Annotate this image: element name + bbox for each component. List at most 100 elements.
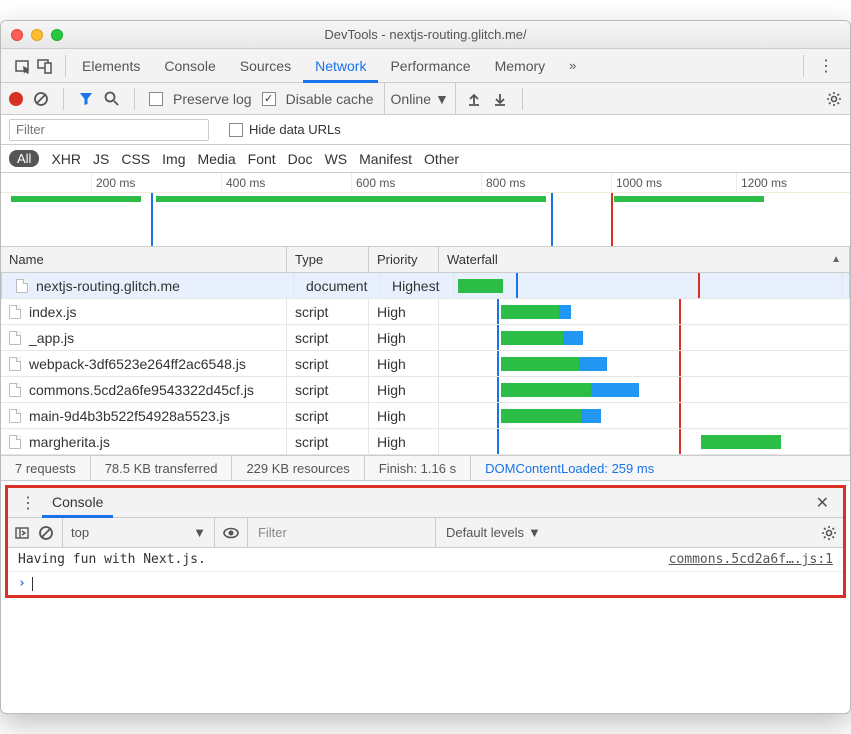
- tab-network[interactable]: Network: [303, 49, 378, 83]
- cursor: [32, 577, 33, 591]
- tab-console[interactable]: Console: [152, 49, 227, 83]
- live-expression-icon[interactable]: [223, 525, 239, 541]
- type-js[interactable]: JS: [93, 151, 109, 167]
- gear-icon[interactable]: [826, 91, 842, 107]
- preserve-log-label: Preserve log: [173, 91, 252, 107]
- request-type: document: [298, 273, 380, 298]
- request-name: index.js: [1, 299, 287, 324]
- prompt-caret-icon: ›: [18, 576, 26, 591]
- hide-data-urls-label: Hide data URLs: [249, 122, 341, 137]
- search-icon[interactable]: [104, 91, 120, 107]
- type-ws[interactable]: WS: [325, 151, 348, 167]
- table-row[interactable]: index.jsscriptHigh: [1, 299, 850, 325]
- tab-memory[interactable]: Memory: [483, 49, 558, 83]
- inspect-icon[interactable]: [15, 58, 31, 74]
- col-priority[interactable]: Priority: [369, 247, 439, 272]
- hide-data-urls-checkbox[interactable]: [229, 123, 243, 137]
- log-levels-select[interactable]: Default levels ▼: [435, 518, 551, 547]
- col-name[interactable]: Name: [1, 247, 287, 272]
- type-img[interactable]: Img: [162, 151, 185, 167]
- status-transferred: 78.5 KB transferred: [91, 456, 233, 480]
- timeline-overview[interactable]: [1, 193, 850, 247]
- disable-cache-checkbox[interactable]: [262, 92, 276, 106]
- download-har-icon[interactable]: [492, 91, 508, 107]
- type-filter-bar: All XHR JS CSS Img Media Font Doc WS Man…: [1, 145, 850, 173]
- filter-icon[interactable]: [78, 91, 94, 107]
- drawer-tab-console[interactable]: Console: [42, 488, 113, 518]
- console-prompt[interactable]: ›: [8, 572, 843, 595]
- status-resources: 229 KB resources: [232, 456, 364, 480]
- upload-har-icon[interactable]: [466, 91, 482, 107]
- request-waterfall: [439, 299, 850, 324]
- console-sidebar-toggle-icon[interactable]: [14, 525, 30, 541]
- network-table-body: nextjs-routing.glitch.medocumentHighesti…: [1, 273, 850, 455]
- type-css[interactable]: CSS: [121, 151, 150, 167]
- type-doc[interactable]: Doc: [288, 151, 313, 167]
- file-icon: [9, 383, 21, 397]
- request-waterfall: [439, 351, 850, 376]
- table-row[interactable]: webpack-3df6523e264ff2ac6548.jsscriptHig…: [1, 351, 850, 377]
- request-priority: High: [369, 403, 439, 428]
- type-all[interactable]: All: [9, 150, 39, 167]
- table-row[interactable]: margherita.jsscriptHigh: [1, 429, 850, 455]
- type-xhr[interactable]: XHR: [51, 151, 81, 167]
- console-body: Having fun with Next.js. commons.5cd2a6f…: [8, 548, 843, 595]
- file-icon: [9, 331, 21, 345]
- file-icon: [9, 409, 21, 423]
- request-name: nextjs-routing.glitch.me: [8, 273, 294, 298]
- clear-icon[interactable]: [33, 91, 49, 107]
- drawer-tabs: ⋮ Console ✕: [8, 488, 843, 518]
- request-type: script: [287, 299, 369, 324]
- more-tabs-button[interactable]: »: [561, 58, 584, 73]
- request-priority: High: [369, 299, 439, 324]
- col-waterfall[interactable]: Waterfall▲: [439, 247, 850, 272]
- request-waterfall: [439, 429, 850, 454]
- request-priority: High: [369, 351, 439, 376]
- chevron-down-icon: ▼: [193, 525, 206, 540]
- record-button[interactable]: [9, 92, 23, 106]
- table-row[interactable]: commons.5cd2a6fe9543322d45cf.jsscriptHig…: [1, 377, 850, 403]
- tab-elements[interactable]: Elements: [70, 49, 152, 83]
- context-select[interactable]: top ▼: [62, 518, 215, 547]
- console-filter-input[interactable]: Filter: [247, 518, 427, 547]
- tab-performance[interactable]: Performance: [378, 49, 482, 83]
- request-waterfall: [439, 325, 850, 350]
- device-toggle-icon[interactable]: [37, 58, 53, 74]
- settings-menu-button[interactable]: ⋮: [808, 56, 844, 76]
- close-drawer-button[interactable]: ✕: [808, 493, 837, 513]
- type-media[interactable]: Media: [198, 151, 236, 167]
- filter-input[interactable]: [9, 119, 209, 141]
- request-name: main-9d4b3b522f54928a5523.js: [1, 403, 287, 428]
- network-table-header: Name Type Priority Waterfall▲: [1, 247, 850, 273]
- type-manifest[interactable]: Manifest: [359, 151, 412, 167]
- preserve-log-checkbox[interactable]: [149, 92, 163, 106]
- tab-sources[interactable]: Sources: [228, 49, 303, 83]
- request-type: script: [287, 351, 369, 376]
- table-row[interactable]: main-9d4b3b522f54928a5523.jsscriptHigh: [1, 403, 850, 429]
- type-other[interactable]: Other: [424, 151, 459, 167]
- drawer-menu-button[interactable]: ⋮: [14, 493, 42, 513]
- console-drawer: ⋮ Console ✕ top ▼ Filter Default levels …: [5, 485, 846, 598]
- file-icon: [9, 357, 21, 371]
- sort-indicator-icon: ▲: [831, 254, 841, 265]
- request-name: _app.js: [1, 325, 287, 350]
- request-priority: High: [369, 377, 439, 402]
- network-toolbar: Preserve log Disable cache Online ▼: [1, 83, 850, 115]
- request-type: script: [287, 403, 369, 428]
- col-type[interactable]: Type: [287, 247, 369, 272]
- file-icon: [9, 305, 21, 319]
- status-bar: 7 requests 78.5 KB transferred 229 KB re…: [1, 455, 850, 481]
- clear-console-icon[interactable]: [38, 525, 54, 541]
- table-row[interactable]: _app.jsscriptHigh: [1, 325, 850, 351]
- timeline-header: 200 ms 400 ms 600 ms 800 ms 1000 ms 1200…: [1, 173, 850, 193]
- request-type: script: [287, 325, 369, 350]
- console-gear-icon[interactable]: [821, 525, 837, 541]
- disable-cache-label: Disable cache: [286, 91, 374, 107]
- console-log-row: Having fun with Next.js. commons.5cd2a6f…: [8, 548, 843, 572]
- console-log-source[interactable]: commons.5cd2a6f….js:1: [669, 552, 833, 567]
- type-font[interactable]: Font: [248, 151, 276, 167]
- table-row[interactable]: nextjs-routing.glitch.medocumentHighest: [1, 273, 850, 299]
- request-name: margherita.js: [1, 429, 287, 454]
- request-priority: High: [369, 429, 439, 454]
- throttling-select[interactable]: Online ▼: [384, 83, 456, 114]
